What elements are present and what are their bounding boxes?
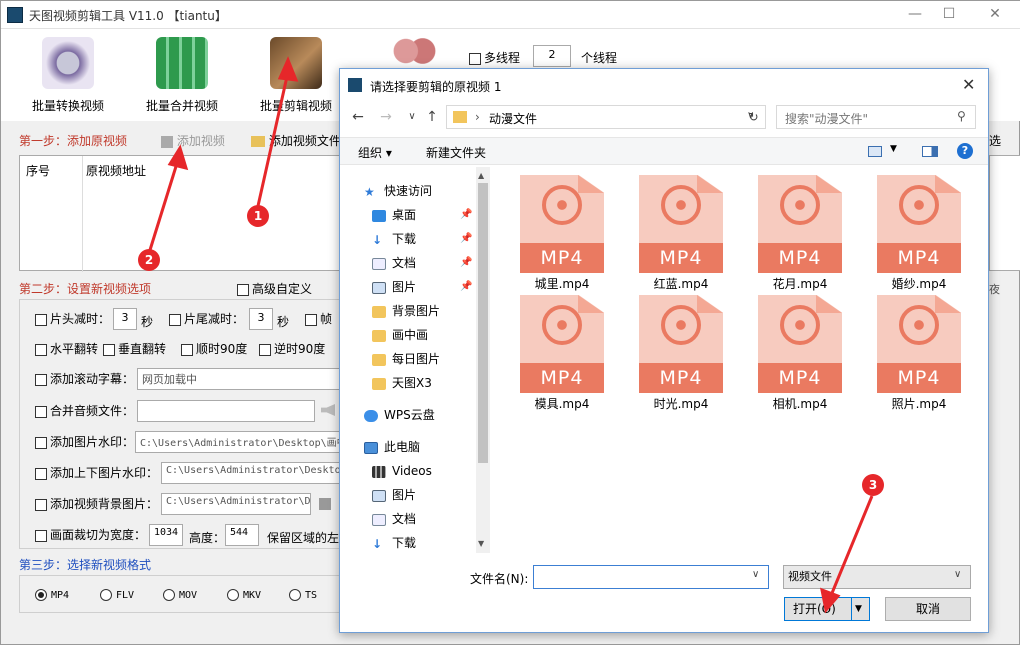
arrow-1-head — [277, 56, 299, 82]
marker-1: 1 — [247, 205, 269, 227]
arrow-2-line — [148, 159, 180, 251]
arrow-1-line — [256, 71, 290, 207]
arrow-2-head — [167, 144, 189, 171]
arrow-3-head — [819, 587, 841, 614]
arrow-3-line — [828, 495, 874, 599]
marker-3: 3 — [862, 474, 884, 496]
annotation-overlay — [148, 56, 874, 614]
marker-2: 2 — [138, 249, 160, 271]
